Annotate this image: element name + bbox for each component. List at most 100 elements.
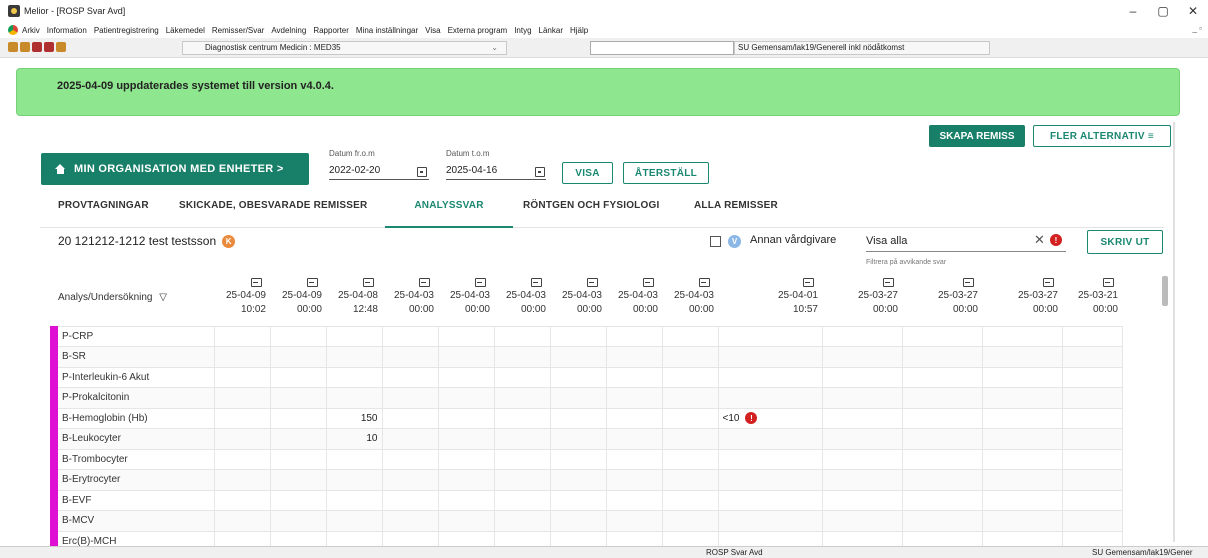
result-cell[interactable] bbox=[901, 346, 983, 368]
menu-item-arkiv[interactable]: Arkiv bbox=[22, 26, 40, 35]
result-cell[interactable] bbox=[213, 346, 271, 368]
result-cell[interactable] bbox=[381, 428, 439, 450]
comment-icon[interactable] bbox=[587, 278, 598, 288]
menu-item-mina-installningar[interactable]: Mina inställningar bbox=[356, 26, 418, 35]
analysis-name[interactable]: P-CRP bbox=[50, 325, 215, 347]
result-cell[interactable] bbox=[213, 325, 271, 347]
result-cell[interactable] bbox=[325, 489, 383, 511]
result-cell[interactable] bbox=[437, 428, 495, 450]
table-row[interactable]: B-SR bbox=[50, 346, 1123, 368]
result-cell[interactable] bbox=[437, 469, 495, 491]
result-cell[interactable] bbox=[213, 428, 271, 450]
result-cell[interactable] bbox=[269, 325, 327, 347]
comment-icon[interactable] bbox=[363, 278, 374, 288]
analysis-name[interactable]: P-Interleukin-6 Akut bbox=[50, 366, 215, 388]
date-column-header[interactable]: 25-04-03 00:00 bbox=[438, 270, 494, 327]
comment-icon[interactable] bbox=[251, 278, 262, 288]
result-cell[interactable]: 10 bbox=[325, 428, 383, 450]
result-cell[interactable] bbox=[269, 448, 327, 470]
tab-provtagningar[interactable]: PROVTAGNINGAR bbox=[58, 192, 149, 228]
pen-icon[interactable] bbox=[32, 42, 42, 52]
result-cell[interactable] bbox=[437, 346, 495, 368]
analysis-name[interactable]: P-Prokalcitonin bbox=[50, 387, 215, 409]
result-cell[interactable] bbox=[493, 510, 551, 532]
result-cell[interactable] bbox=[437, 387, 495, 409]
result-cell[interactable] bbox=[981, 469, 1063, 491]
result-cell[interactable] bbox=[549, 387, 607, 409]
date-column-header[interactable]: 25-03-27 00:00 bbox=[982, 270, 1062, 327]
comment-icon[interactable] bbox=[531, 278, 542, 288]
tab-alla-remisser[interactable]: ALLA REMISSER bbox=[694, 192, 778, 228]
result-cell[interactable] bbox=[901, 325, 983, 347]
result-cell[interactable] bbox=[1061, 407, 1123, 429]
analysis-name[interactable]: B-Erytrocyter bbox=[50, 469, 215, 491]
comment-icon[interactable] bbox=[307, 278, 318, 288]
result-cell[interactable] bbox=[605, 346, 663, 368]
result-cell[interactable] bbox=[269, 366, 327, 388]
date-column-header[interactable]: 25-04-03 00:00 bbox=[606, 270, 662, 327]
result-cell[interactable] bbox=[1061, 489, 1123, 511]
result-cell[interactable] bbox=[901, 407, 983, 429]
result-cell[interactable] bbox=[549, 428, 607, 450]
result-cell[interactable] bbox=[493, 428, 551, 450]
filter-icon[interactable]: ▽ bbox=[159, 292, 167, 303]
result-cell[interactable]: 150 bbox=[325, 407, 383, 429]
menu-item-externa-program[interactable]: Externa program bbox=[448, 26, 508, 35]
result-cell[interactable] bbox=[605, 387, 663, 409]
result-cell[interactable] bbox=[549, 346, 607, 368]
date-column-header[interactable]: 25-03-27 00:00 bbox=[822, 270, 902, 327]
result-cell[interactable] bbox=[1061, 366, 1123, 388]
date-column-header[interactable]: 25-04-08 12:48 bbox=[326, 270, 382, 327]
result-cell[interactable] bbox=[549, 325, 607, 347]
result-cell[interactable] bbox=[213, 366, 271, 388]
result-cell[interactable] bbox=[1061, 346, 1123, 368]
result-cell[interactable] bbox=[821, 510, 903, 532]
date-column-header[interactable]: 25-04-03 00:00 bbox=[494, 270, 550, 327]
result-cell[interactable] bbox=[269, 387, 327, 409]
comment-icon[interactable] bbox=[699, 278, 710, 288]
result-cell[interactable] bbox=[901, 387, 983, 409]
result-cell[interactable] bbox=[213, 510, 271, 532]
result-cell[interactable] bbox=[213, 448, 271, 470]
result-cell[interactable] bbox=[1061, 325, 1123, 347]
tab-skickade-obesvarade[interactable]: SKICKADE, OBESVARADE REMISSER bbox=[179, 192, 367, 228]
show-button[interactable]: VISA bbox=[562, 162, 613, 184]
result-cell[interactable] bbox=[661, 346, 719, 368]
result-cell[interactable] bbox=[661, 366, 719, 388]
result-cell[interactable] bbox=[821, 346, 903, 368]
create-referral-button[interactable]: SKAPA REMISS bbox=[929, 125, 1025, 147]
date-column-header[interactable]: 25-03-27 00:00 bbox=[902, 270, 982, 327]
analysis-name[interactable]: B-EVF bbox=[50, 489, 215, 511]
result-cell[interactable] bbox=[381, 489, 439, 511]
result-cell[interactable] bbox=[717, 510, 823, 532]
table-row[interactable]: B-EVF bbox=[50, 489, 1123, 511]
result-cell[interactable] bbox=[437, 489, 495, 511]
result-cell[interactable] bbox=[381, 407, 439, 429]
result-cell[interactable] bbox=[269, 428, 327, 450]
more-options-button[interactable]: FLER ALTERNATIV ≡ bbox=[1033, 125, 1171, 147]
result-cell[interactable] bbox=[325, 346, 383, 368]
minimize-button[interactable]: – bbox=[1118, 0, 1148, 22]
result-cell[interactable] bbox=[549, 407, 607, 429]
result-cell[interactable] bbox=[493, 407, 551, 429]
date-from-input[interactable]: 2022-02-20 bbox=[329, 162, 429, 180]
document-icon[interactable] bbox=[44, 42, 54, 52]
result-cell[interactable] bbox=[605, 366, 663, 388]
table-row[interactable]: P-Prokalcitonin bbox=[50, 387, 1123, 409]
result-cell[interactable] bbox=[325, 387, 383, 409]
menu-item-avdelning[interactable]: Avdelning bbox=[271, 26, 306, 35]
tab-rontgen-fysiologi[interactable]: RÖNTGEN OCH FYSIOLOGI bbox=[523, 192, 659, 228]
print-button[interactable]: SKRIV UT bbox=[1087, 230, 1163, 254]
result-cell[interactable] bbox=[493, 448, 551, 470]
result-cell[interactable] bbox=[381, 387, 439, 409]
result-cell[interactable] bbox=[381, 448, 439, 470]
result-cell[interactable] bbox=[821, 448, 903, 470]
result-cell[interactable] bbox=[549, 489, 607, 511]
result-cell[interactable] bbox=[901, 448, 983, 470]
result-cell[interactable] bbox=[717, 469, 823, 491]
result-cell[interactable] bbox=[269, 489, 327, 511]
result-cell[interactable] bbox=[981, 387, 1063, 409]
toolbar-input[interactable] bbox=[590, 41, 734, 55]
menu-item-information[interactable]: Information bbox=[47, 26, 87, 35]
result-cell[interactable] bbox=[981, 366, 1063, 388]
